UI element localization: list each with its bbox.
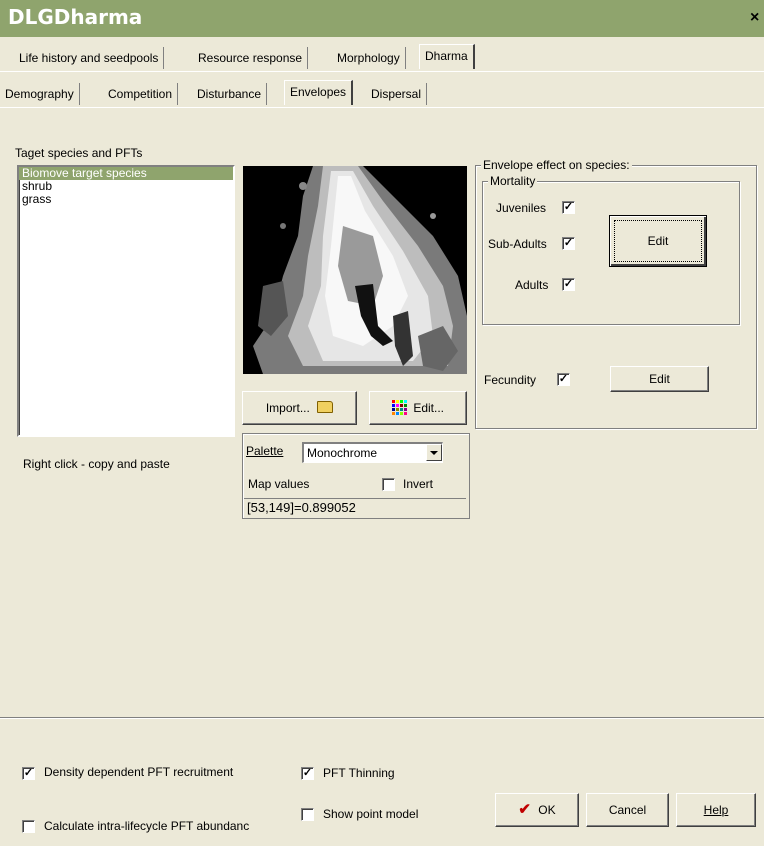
copy-paste-hint: Right click - copy and paste xyxy=(23,457,170,471)
point-model-checkbox[interactable] xyxy=(301,808,314,821)
tab-demography[interactable]: Demography xyxy=(0,83,80,105)
help-label: Help xyxy=(703,803,729,817)
mortality-label: Mortality xyxy=(488,174,538,188)
invert-label: Invert xyxy=(403,477,434,491)
coordinate-readout: [53,149]=0.899052 xyxy=(244,498,466,517)
subadults-checkbox[interactable]: ✓ xyxy=(562,237,575,250)
cancel-label: Cancel xyxy=(608,803,647,817)
fecundity-edit-label: Edit xyxy=(649,372,670,386)
fecundity-edit-button[interactable]: Edit xyxy=(610,366,709,392)
import-label: Import... xyxy=(265,401,310,415)
juveniles-checkbox[interactable]: ✓ xyxy=(562,201,575,214)
edit-map-label: Edit... xyxy=(413,401,445,415)
map-values-label: Map values xyxy=(248,477,310,491)
chevron-down-icon[interactable] xyxy=(426,444,442,461)
tab-envelopes[interactable]: Envelopes xyxy=(284,80,354,105)
calc-abundance-label: Calculate intra-lifecycle PFT abundanc xyxy=(44,819,250,833)
palette-label: Palette xyxy=(246,444,284,458)
tab-row-primary: Life history and seedpools Resource resp… xyxy=(0,44,764,71)
invert-checkbox[interactable] xyxy=(382,478,395,491)
import-button[interactable]: Import... xyxy=(242,391,357,425)
adults-label: Adults xyxy=(515,278,549,292)
density-checkbox[interactable]: ✓ xyxy=(22,767,35,780)
mortality-edit-button[interactable]: Edit xyxy=(609,215,707,267)
fecundity-checkbox[interactable]: ✓ xyxy=(557,373,570,386)
fecundity-label: Fecundity xyxy=(484,373,537,387)
target-list-label: Taget species and PFTs xyxy=(15,146,143,160)
tab-resource-response[interactable]: Resource response xyxy=(193,47,309,69)
list-item[interactable]: shrub xyxy=(19,180,233,193)
palette-value: Monochrome xyxy=(307,446,378,460)
thinning-checkbox[interactable]: ✓ xyxy=(301,767,314,780)
footer-separator-highlight xyxy=(0,718,764,719)
calc-abundance-checkbox[interactable] xyxy=(22,820,35,833)
window-title: DLGDharma xyxy=(8,5,143,29)
envelope-map-image[interactable] xyxy=(243,166,467,374)
envelope-group-label: Envelope effect on species: xyxy=(481,158,632,172)
help-button[interactable]: Help xyxy=(676,793,756,827)
close-icon[interactable]: × xyxy=(750,9,764,27)
target-species-list[interactable]: Biomove target species shrub grass xyxy=(17,165,235,437)
tab-competition[interactable]: Competition xyxy=(103,83,179,105)
list-item[interactable]: grass xyxy=(19,193,233,206)
juveniles-label: Juveniles xyxy=(496,201,547,215)
edit-map-button[interactable]: Edit... xyxy=(369,391,467,425)
open-folder-icon xyxy=(317,401,334,413)
tab-divider-secondary xyxy=(0,107,764,108)
ok-check-icon: ✔ xyxy=(518,801,531,818)
palette-grid-icon xyxy=(391,395,407,415)
palette-panel: Palette Monochrome Map values Invert [53… xyxy=(242,433,470,519)
map-raster xyxy=(243,166,467,374)
palette-select[interactable]: Monochrome xyxy=(302,442,443,463)
focus-ring xyxy=(614,220,702,262)
density-label: Density dependent PFT recruitment xyxy=(44,765,234,779)
coordinate-value: [53,149]=0.899052 xyxy=(247,500,356,515)
dharma-dialog: DLGDharma × Life history and seedpools R… xyxy=(0,0,764,846)
tab-dispersal[interactable]: Dispersal xyxy=(366,83,428,105)
cancel-button[interactable]: Cancel xyxy=(586,793,669,827)
tab-morphology[interactable]: Morphology xyxy=(332,47,406,69)
tab-disturbance[interactable]: Disturbance xyxy=(192,83,268,105)
adults-checkbox[interactable]: ✓ xyxy=(562,278,575,291)
ok-button[interactable]: ✔ OK xyxy=(495,793,579,827)
tab-dharma[interactable]: Dharma xyxy=(419,44,475,69)
thinning-label: PFT Thinning xyxy=(323,766,395,780)
tab-life-history[interactable]: Life history and seedpools xyxy=(14,47,165,69)
point-model-label: Show point model xyxy=(323,807,419,821)
ok-label: OK xyxy=(538,803,556,817)
title-bar[interactable]: DLGDharma × xyxy=(0,0,764,37)
tab-divider xyxy=(0,71,764,72)
tab-row-secondary: Demography Competition Disturbance Envel… xyxy=(0,80,764,107)
subadults-label: Sub-Adults xyxy=(488,237,547,251)
